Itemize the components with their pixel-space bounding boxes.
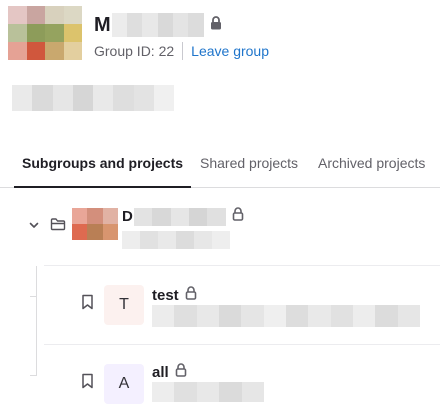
folder-icon (50, 217, 66, 236)
leave-group-link[interactable]: Leave group (191, 43, 269, 59)
subgroup-name-redacted (133, 207, 226, 226)
project-title: all (152, 363, 187, 382)
group-meta: Group ID: 22 Leave group (94, 42, 269, 60)
group-id: Group ID: 22 (94, 43, 175, 59)
group-title: M (94, 13, 222, 37)
chevron-down-icon[interactable] (28, 218, 40, 236)
lock-icon (210, 15, 222, 35)
tab-bar: Subgroups and projects Shared projects A… (0, 142, 440, 188)
lock-icon (175, 363, 187, 382)
project-avatar[interactable]: T (104, 285, 144, 325)
bookmark-icon[interactable] (81, 373, 94, 394)
tree-branch (30, 375, 37, 376)
tab-archived-projects[interactable]: Archived projects (318, 142, 425, 188)
project-avatar[interactable]: A (104, 364, 144, 404)
group-avatar (8, 6, 82, 60)
project-description-redacted (152, 305, 420, 327)
subgroup-avatar (72, 208, 118, 240)
subgroup-name[interactable]: D (122, 207, 244, 226)
subgroup-description-redacted (122, 231, 230, 249)
tree-branch (30, 296, 37, 297)
subgroup-name-initial[interactable]: D (122, 208, 133, 225)
row-divider (44, 265, 440, 266)
project-name[interactable]: all (152, 364, 169, 381)
row-divider (44, 344, 440, 345)
group-name-initial: M (94, 13, 111, 36)
group-description-redacted (12, 85, 174, 111)
lock-icon (232, 207, 244, 226)
tab-shared-projects[interactable]: Shared projects (200, 142, 298, 188)
group-name-redacted (111, 13, 204, 37)
tab-subgroups-and-projects[interactable]: Subgroups and projects (14, 142, 192, 188)
tree-line (36, 266, 37, 376)
project-title: test (152, 286, 197, 305)
bookmark-icon[interactable] (81, 294, 94, 315)
project-name[interactable]: test (152, 287, 179, 304)
meta-divider (182, 42, 184, 60)
lock-icon (185, 286, 197, 305)
project-description-redacted (152, 382, 265, 402)
